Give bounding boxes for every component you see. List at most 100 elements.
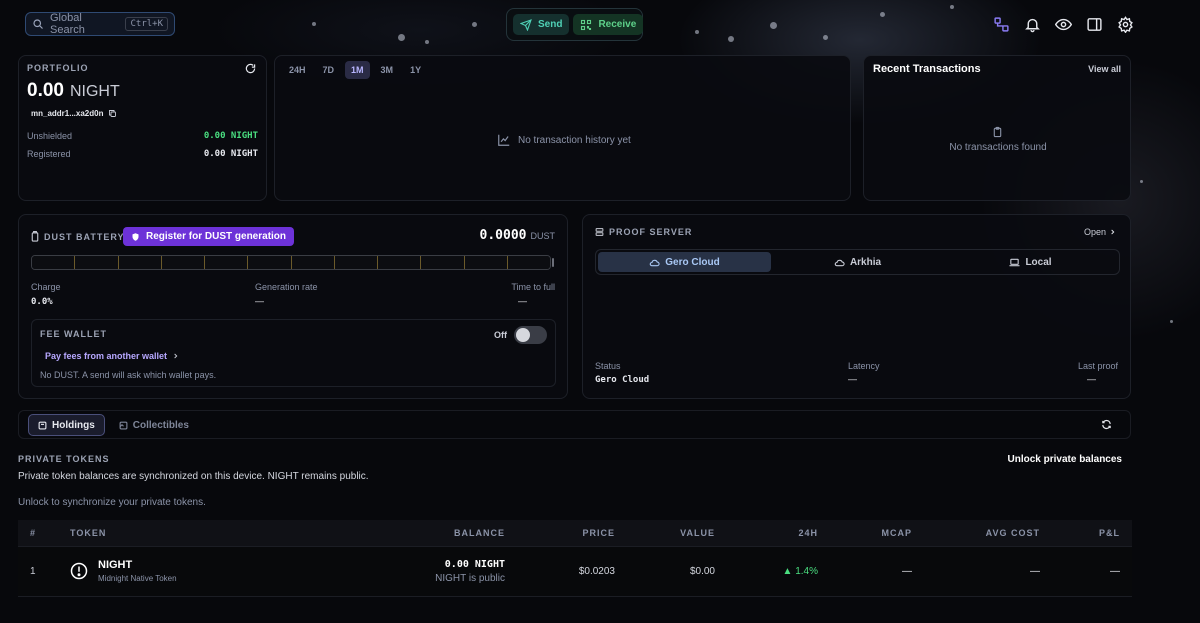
column-header: TOKEN: [58, 520, 337, 546]
column-header: 24H: [727, 520, 830, 546]
night-token-icon: [70, 562, 88, 580]
tab-label: Holdings: [52, 419, 95, 431]
send-button[interactable]: Send: [513, 14, 570, 35]
battery-cell: [291, 256, 335, 269]
top-right-toolbar: [993, 16, 1134, 33]
eye-icon[interactable]: [1055, 16, 1072, 33]
holdings-tabbar: Holdings Collectibles: [18, 410, 1131, 439]
proof-server-open-link[interactable]: Open: [1084, 227, 1116, 237]
column-header: MCAP: [830, 520, 924, 546]
tab-label: Collectibles: [132, 419, 189, 431]
send-label: Send: [538, 19, 563, 30]
unshielded-label: Unshielded: [27, 131, 73, 141]
pay-fees-link[interactable]: Pay fees from another wallet: [45, 351, 179, 361]
proof-option-local[interactable]: Local: [944, 252, 1117, 272]
fee-wallet-toggle[interactable]: [514, 326, 547, 344]
proof-option-gero-cloud[interactable]: Gero Cloud: [598, 252, 771, 272]
portfolio-card: PORTFOLIO 0.00 NIGHT mn_addr1...xa2d0n U…: [18, 55, 267, 201]
line-chart-icon: [497, 133, 511, 147]
copy-icon[interactable]: [108, 109, 117, 118]
transactions-title: Recent Transactions: [873, 63, 981, 75]
tab-collectibles[interactable]: Collectibles: [110, 414, 198, 436]
table-header-row: # TOKEN BALANCE PRICE VALUE 24H MCAP AVG COST P&…: [18, 520, 1132, 546]
dust-battery-label: DUST BATTERY: [44, 231, 125, 242]
battery-cell: [421, 256, 465, 269]
send-icon: [520, 18, 532, 31]
column-header: P&L: [1052, 520, 1132, 546]
proof-option-arkhia[interactable]: Arkhia: [771, 252, 944, 272]
chevron-right-icon: [172, 352, 179, 360]
wallet-address: mn_addr1...xa2d0n: [31, 109, 104, 118]
latency-value: —: [848, 374, 857, 384]
timeframe-1y[interactable]: 1Y: [404, 61, 427, 79]
avg-cost-cell: —: [924, 545, 1052, 597]
network-icon[interactable]: [993, 16, 1010, 33]
portfolio-amount: 0.00: [27, 80, 64, 101]
global-search[interactable]: Global Search Ctrl+K: [25, 12, 175, 36]
empty-history-text: No transaction history yet: [518, 134, 631, 146]
token-subtitle: Midnight Native Token: [98, 574, 177, 583]
fee-wallet-note: No DUST. A send will ask which wallet pa…: [40, 370, 217, 380]
register-dust-button[interactable]: Register for DUST generation: [123, 227, 295, 246]
sync-icon[interactable]: [1101, 419, 1112, 430]
battery-cell: [248, 256, 292, 269]
unlock-note: Unlock to synchronize your private token…: [18, 497, 206, 508]
sync-note: Private token balances are synchronized …: [18, 471, 369, 482]
qr-code-icon: [580, 19, 592, 31]
change-24h-cell: ▲ 1.4%: [727, 545, 830, 597]
private-tokens-label: PRIVATE TOKENS: [18, 454, 110, 464]
column-header: AVG COST: [924, 520, 1052, 546]
timeframe-selector: 24H 7D 1M 3M 1Y: [283, 61, 427, 79]
timeframe-1m[interactable]: 1M: [345, 61, 370, 79]
price-cell: $0.0203: [517, 545, 627, 597]
row-index: 1: [18, 545, 58, 597]
unshielded-value: 0.00 NIGHT: [203, 131, 258, 141]
refresh-icon[interactable]: [245, 63, 256, 74]
dust-battery-card: DUST BATTERY Register for DUST generatio…: [18, 214, 568, 399]
battery-cell: [464, 256, 508, 269]
pnl-cell: —: [1052, 545, 1132, 597]
column-header: BALANCE: [337, 520, 517, 546]
search-shortcut: Ctrl+K: [125, 17, 168, 31]
unlock-private-balances-button[interactable]: Unlock private balances: [1008, 454, 1123, 465]
tab-holdings[interactable]: Holdings: [28, 414, 105, 436]
charge-value: 0.0%: [31, 297, 53, 307]
timeframe-24h[interactable]: 24H: [283, 61, 312, 79]
battery-cell: [75, 256, 119, 269]
gear-icon[interactable]: [1117, 16, 1134, 33]
column-header: VALUE: [627, 520, 727, 546]
registered-label: Registered: [27, 149, 71, 159]
receive-label: Receive: [598, 19, 637, 30]
bell-icon[interactable]: [1024, 16, 1041, 33]
open-label: Open: [1083, 227, 1106, 237]
battery-cell: [205, 256, 249, 269]
dust-battery-meter: [31, 255, 551, 270]
sidebar-panel-icon[interactable]: [1086, 16, 1103, 33]
last-proof-label: Last proof: [1077, 361, 1118, 371]
table-row[interactable]: 1 NIGHT Midnight Native Token 0.00 NIGHT NIG…: [18, 545, 1132, 597]
dust-unit: DUST: [530, 231, 556, 241]
value-cell: $0.00: [627, 545, 727, 597]
generation-rate-label: Generation rate: [255, 282, 318, 292]
registered-value: 0.00 NIGHT: [203, 149, 258, 159]
balance-value: 0.00 NIGHT: [444, 558, 505, 570]
wallet-icon: [38, 421, 47, 430]
timeframe-7d[interactable]: 7D: [317, 61, 341, 79]
receive-button[interactable]: Receive: [573, 14, 644, 35]
chevron-right-icon: [1109, 228, 1116, 236]
proof-server-label: PROOF SERVER: [609, 227, 693, 237]
balance-note: NIGHT is public: [435, 572, 505, 584]
charge-label: Charge: [31, 282, 61, 292]
latency-label: Latency: [848, 361, 880, 371]
dust-amount: 0.0000: [479, 228, 527, 243]
register-dust-label: Register for DUST generation: [146, 231, 287, 242]
cloud-icon: [649, 258, 660, 267]
proof-server-card: PROOF SERVER Open Gero Cloud Arkhia Local …: [582, 214, 1131, 399]
proof-option-label: Gero Cloud: [665, 256, 720, 268]
server-icon: [595, 227, 604, 237]
proof-option-label: Local: [1025, 256, 1052, 268]
timeframe-3m[interactable]: 3M: [375, 61, 400, 79]
portfolio-label: PORTFOLIO: [27, 63, 89, 73]
portfolio-unit: NIGHT: [69, 83, 120, 100]
view-all-link[interactable]: View all: [1088, 64, 1121, 74]
